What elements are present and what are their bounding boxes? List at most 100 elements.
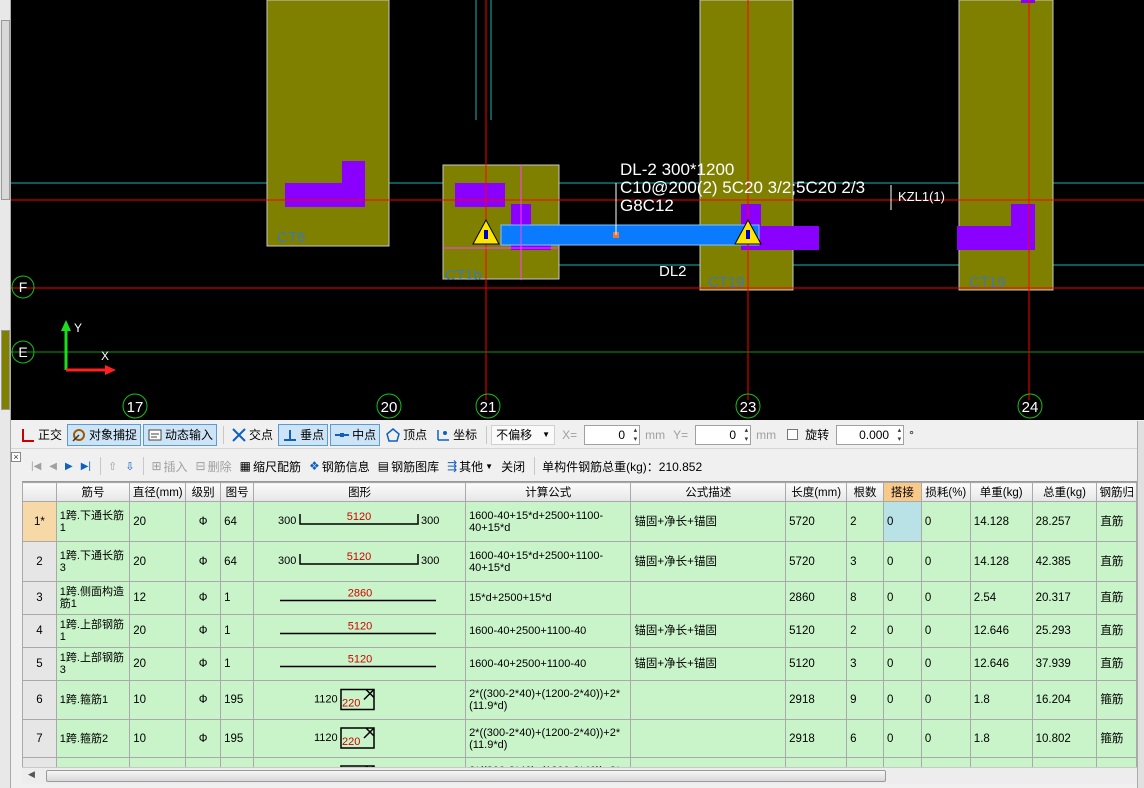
snap-button[interactable]: 对象捕捉 (67, 423, 142, 446)
midpoint-button[interactable]: 中点 (330, 423, 381, 446)
close-button[interactable]: 关闭 (498, 455, 528, 477)
cell-unit-w[interactable]: 2.54 (969, 581, 1033, 615)
cell-count[interactable]: 2 (846, 501, 884, 542)
rotate-input[interactable]: 0.000 (836, 424, 905, 445)
cell-total-w[interactable]: 25.293 (1031, 614, 1098, 648)
cell-unit-w[interactable]: 12.646 (969, 614, 1033, 648)
cell-formula[interactable]: 2*((300-2*40)+(1200-2*40))+2*(11.9*d) (465, 719, 632, 758)
move-down-button[interactable]: ⇩ (122, 455, 137, 477)
cell-loss[interactable]: 0 (920, 541, 971, 582)
cell-cat[interactable]: 箍筋 (1096, 719, 1137, 758)
cell-cat[interactable]: 箍筋 (1096, 757, 1137, 767)
cell-len[interactable]: 5120 (785, 614, 848, 648)
cell-cat[interactable]: 直筋 (1096, 501, 1137, 542)
ortho-button[interactable]: 正交 (17, 424, 65, 446)
cell-name[interactable]: 1跨.箍筋1 (55, 680, 131, 720)
cell-count[interactable]: 8 (846, 581, 884, 615)
cell-formula[interactable]: 2*((300-2*40)+(1200-2*40))+2*(11.9*d) (465, 757, 632, 767)
cell-shape[interactable]: 1120220 (253, 719, 467, 758)
cell-cat[interactable]: 箍筋 (1096, 680, 1137, 720)
header-cell[interactable]: 图号 (220, 482, 255, 502)
panel-close-icon[interactable]: × (11, 452, 21, 462)
cell-lap[interactable]: 0 (882, 541, 922, 582)
cell-name[interactable]: 1跨.箍筋2 (55, 719, 131, 758)
cell-shape[interactable]: 1120220 (253, 680, 467, 720)
cell-dia[interactable]: 20 (129, 501, 187, 542)
cell-shape[interactable]: 300 5120 300 (253, 541, 467, 582)
coordinate-button[interactable]: 坐标 (432, 424, 480, 446)
header-cell[interactable]: 根数 (846, 482, 884, 502)
cell-total-w[interactable]: 20.317 (1031, 581, 1098, 615)
cell-fig[interactable]: 64 (220, 541, 255, 582)
cell-formula[interactable]: 15*d+2500+15*d (465, 581, 632, 615)
cell-grade[interactable]: Ф (185, 581, 222, 615)
cell-loss[interactable]: 0 (920, 647, 971, 681)
header-cell[interactable]: 公式描述 (630, 482, 787, 502)
y-input[interactable]: 0 (695, 424, 752, 445)
scroll-left-icon[interactable]: ◀ (28, 769, 35, 780)
prev-button[interactable]: ◀ (46, 455, 60, 477)
cell-name[interactable]: 1跨.下通长筋1 (55, 501, 131, 542)
cell-len[interactable]: 2918 (785, 757, 848, 767)
horizontal-scrollbar[interactable]: ◀ (22, 767, 1137, 784)
cell-fig[interactable]: 1 (220, 647, 255, 681)
cell-len[interactable]: 5720 (785, 501, 848, 542)
cell-count[interactable]: 6 (846, 719, 884, 758)
cell-loss[interactable]: 0 (920, 614, 971, 648)
table-row[interactable]: 4 1跨.上部钢筋1 20 Ф 1 5120 1600-40+2500+1100-40 锚固+… (22, 614, 1137, 648)
cell-shape[interactable]: 5120 (253, 647, 467, 681)
cell-name[interactable]: 1跨.箍筋3 (55, 757, 131, 767)
delete-button[interactable]: ⊟ 删除 (193, 455, 235, 477)
left-panel-tab[interactable] (1, 330, 10, 410)
cell-shape[interactable]: 300 5120 300 (253, 501, 467, 542)
cell-desc[interactable] (630, 680, 787, 720)
cell-formula[interactable]: 1600-40+2500+1100-40 (465, 614, 632, 648)
cell-cat[interactable]: 直筋 (1096, 647, 1137, 681)
cell-loss[interactable]: 0 (920, 757, 971, 767)
scale-rebar-button[interactable]: ▦ 缩尺配筋 (237, 455, 304, 477)
column-ct1b[interactable] (442, 164, 560, 280)
table-row[interactable]: 3 1跨.侧面构造筋1 12 Ф 1 2860 15*d+2500+15*d 2860 8 0 0 2… (22, 581, 1137, 615)
cell-total-w[interactable]: 42.385 (1031, 541, 1098, 582)
header-cell[interactable]: 单重(kg) (969, 482, 1033, 502)
cell-dia[interactable]: 10 (129, 680, 187, 720)
cell-grade[interactable]: Ф (185, 647, 222, 681)
row-number[interactable]: 4 (22, 614, 57, 648)
cell-desc[interactable]: 锚固+净长+锚固 (630, 501, 787, 542)
cell-formula[interactable]: 1600-40+15*d+2500+1100-40+15*d (465, 501, 632, 542)
cell-formula[interactable]: 1600-40+15*d+2500+1100-40+15*d (465, 541, 632, 582)
cell-lap[interactable]: 0 (882, 719, 922, 758)
row-number[interactable]: 7 (22, 719, 57, 758)
header-cell[interactable]: 筋号 (55, 482, 131, 502)
header-cell[interactable]: 搭接 (882, 482, 922, 502)
header-cell[interactable]: 总重(kg) (1031, 482, 1098, 502)
cell-count[interactable]: 3 (846, 647, 884, 681)
header-cell[interactable]: 长度(mm) (785, 482, 848, 502)
other-menu-button[interactable]: ⇶ 其他 ▼ (444, 455, 496, 477)
cell-name[interactable]: 1跨.上部钢筋1 (55, 614, 131, 648)
cad-drawing[interactable]: CT6 CT1b CT19 CT19 DL2 DL-2 300*1200 C10… (11, 0, 1144, 420)
cell-grade[interactable]: Ф (185, 757, 222, 767)
column-ct6[interactable] (266, 0, 390, 247)
table-row[interactable]: 2 1跨.下通长筋3 20 Ф 64 300 5120 300 1600-40+15*d+250… (22, 541, 1137, 582)
cell-fig[interactable]: 195 (220, 757, 255, 767)
cell-shape[interactable]: 1120220 (253, 757, 467, 767)
cell-name[interactable]: 1跨.上部钢筋3 (55, 647, 131, 681)
scrollbar-thumb[interactable] (46, 770, 886, 782)
cell-name[interactable]: 1跨.下通长筋3 (55, 541, 131, 582)
vertex-button[interactable]: 顶点 (382, 424, 430, 446)
cell-count[interactable]: 9 (846, 680, 884, 720)
header-cell[interactable]: 计算公式 (465, 482, 632, 502)
cell-formula[interactable]: 2*((300-2*40)+(1200-2*40))+2*(11.9*d) (465, 680, 632, 720)
cell-loss[interactable]: 0 (920, 719, 971, 758)
first-button[interactable]: |◀ (28, 455, 44, 477)
x-input[interactable]: 0 (584, 424, 641, 445)
rebar-info-button[interactable]: ❖ 钢筋信息 (306, 455, 373, 477)
cell-total-w[interactable]: 37.939 (1031, 647, 1098, 681)
next-button[interactable]: ▶ (62, 455, 76, 477)
beam-dl2[interactable] (500, 224, 760, 246)
header-cell[interactable]: 图形 (253, 482, 467, 502)
cell-count[interactable]: 2 (846, 614, 884, 648)
header-cell[interactable]: 级别 (185, 482, 222, 502)
cell-cat[interactable]: 直筋 (1096, 581, 1137, 615)
